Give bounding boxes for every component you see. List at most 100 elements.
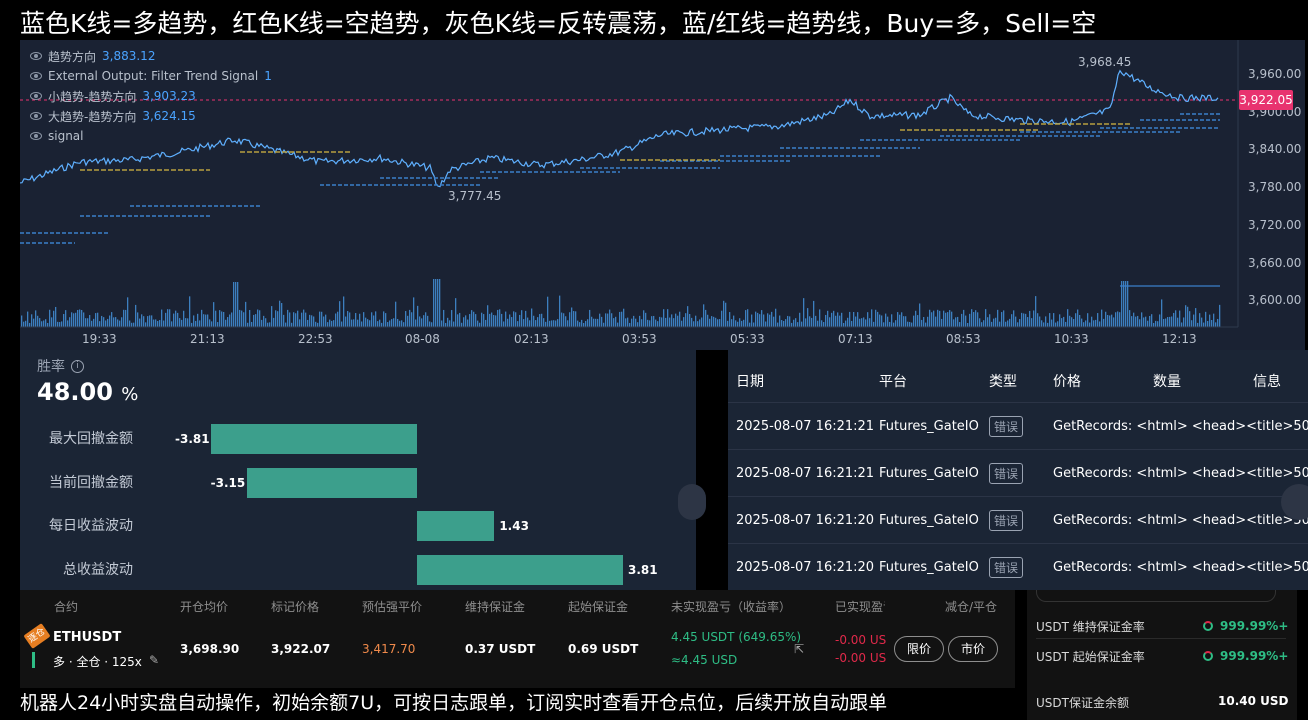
share-icon[interactable]: ⇱: [794, 642, 804, 656]
limit-close-button[interactable]: 限价: [894, 636, 944, 662]
y-tick: 3,720.00: [1248, 218, 1302, 232]
winrate-title-row: 胜率 i: [37, 356, 84, 376]
log-info: GetRecords: <html> <head><title>502: [1053, 513, 1308, 528]
margin-mode-selector[interactable]: [1036, 590, 1276, 602]
eye-icon[interactable]: [30, 112, 42, 120]
volume-bar: [155, 319, 157, 327]
volume-bar: [1175, 310, 1177, 327]
volume-bar: [901, 312, 903, 327]
volume-bar: [793, 319, 795, 327]
winrate-bar: [417, 511, 495, 541]
volume-bar: [781, 320, 783, 327]
legend-row-trend[interactable]: 趋势方向 3,883.12: [30, 46, 272, 66]
volume-bar: [759, 314, 761, 327]
volume-bar: [817, 320, 819, 327]
volume-bar: [905, 316, 907, 327]
volume-bar: [213, 302, 215, 327]
volume-bar: [691, 317, 693, 327]
volume-bar: [523, 319, 525, 327]
winrate-unit: %: [121, 384, 139, 405]
bar-label: 总收益波动: [63, 562, 133, 578]
volume-bar: [69, 317, 71, 327]
volume-bar: [67, 320, 69, 327]
volume-bar: [275, 310, 277, 327]
volume-bar: [659, 316, 661, 327]
volume-bar: [1107, 315, 1109, 327]
volume-bar: [1163, 318, 1165, 327]
x-tick: 03:53: [622, 332, 657, 346]
legend-row-signal[interactable]: signal: [30, 126, 272, 146]
volume-bar: [57, 321, 59, 327]
volume-bar: [509, 314, 511, 327]
volume-bar: [71, 312, 73, 327]
volume-bar: [367, 319, 369, 327]
position-symbol[interactable]: ETHUSDT: [53, 630, 121, 645]
market-close-button[interactable]: 市价: [948, 636, 998, 662]
edit-icon[interactable]: ✎: [149, 653, 159, 667]
log-date: 2025-08-07 16:21:21: [736, 419, 875, 434]
volume-bar: [651, 316, 653, 327]
volume-bar: [717, 319, 719, 327]
volume-bar: [743, 319, 745, 327]
volume-bar: [599, 313, 601, 327]
volume-bar: [1219, 304, 1221, 327]
volume-bar: [253, 314, 255, 327]
info-icon[interactable]: i: [71, 359, 84, 373]
volume-bar: [517, 321, 519, 327]
legend-value: 1: [264, 69, 272, 83]
eye-icon[interactable]: [30, 132, 42, 140]
volume-bar: [811, 317, 813, 327]
volume-bar: [201, 309, 203, 327]
volume-bar: [477, 320, 479, 327]
volume-bar: [279, 300, 281, 327]
volume-bar: [465, 315, 467, 327]
volume-bar: [783, 320, 785, 327]
price-chart[interactable]: 趋势方向 3,883.12 External Output: Filter Tr…: [20, 40, 1305, 350]
volume-bar: [1113, 317, 1115, 327]
volume-bar: [595, 318, 597, 327]
volume-bar: [453, 321, 455, 327]
volume-bar: [699, 319, 701, 327]
eye-icon[interactable]: [30, 92, 42, 100]
current-price-tag: 3,922.05: [1239, 90, 1293, 110]
volume-bar: [881, 315, 883, 327]
volume-bar: [421, 318, 423, 327]
avg-open-value: 3,698.90: [180, 642, 240, 656]
volume-bar: [237, 282, 239, 327]
volume-bar: [583, 322, 585, 327]
volume-bar: [229, 314, 231, 327]
realized-pnl-value: -0.00 USDT: [835, 633, 887, 647]
volume-bar: [211, 321, 213, 327]
volume-bar: [771, 311, 773, 327]
eye-icon[interactable]: [30, 72, 42, 80]
bar-label: 最大回撤金额: [49, 431, 133, 447]
volume-bar: [363, 312, 365, 327]
volume-bar: [775, 308, 777, 327]
volume-bar: [215, 310, 217, 327]
volume-bar: [1067, 309, 1069, 327]
volume-bar: [1019, 319, 1021, 327]
volume-bar: [177, 312, 179, 327]
legend-row-big-trend[interactable]: 大趋势-趋势方向 3,624.15: [30, 106, 272, 126]
volume-bar: [891, 314, 893, 327]
eye-icon[interactable]: [30, 52, 42, 60]
volume-bar: [43, 320, 45, 327]
volume-bar: [223, 311, 225, 327]
volume-bar: [1135, 316, 1137, 327]
legend-row-filter[interactable]: External Output: Filter Trend Signal 1: [30, 66, 272, 86]
x-tick: 02:13: [514, 332, 549, 346]
volume-bar: [829, 317, 831, 327]
volume-bar: [803, 298, 805, 327]
volume-bar: [843, 322, 845, 327]
volume-bar: [1109, 315, 1111, 327]
volume-bar: [1053, 313, 1055, 327]
volume-bar: [1007, 320, 1009, 327]
volume-bar: [415, 319, 417, 327]
volume-bar: [403, 322, 405, 327]
volume-bar: [899, 314, 901, 327]
legend-row-small-trend[interactable]: 小趋势-趋势方向 3,903.23: [30, 86, 272, 106]
volume-bar: [1083, 322, 1085, 327]
volume-bar: [431, 322, 433, 327]
scroll-button[interactable]: [678, 484, 706, 520]
column-header-maint: 维持保证金: [465, 600, 526, 614]
